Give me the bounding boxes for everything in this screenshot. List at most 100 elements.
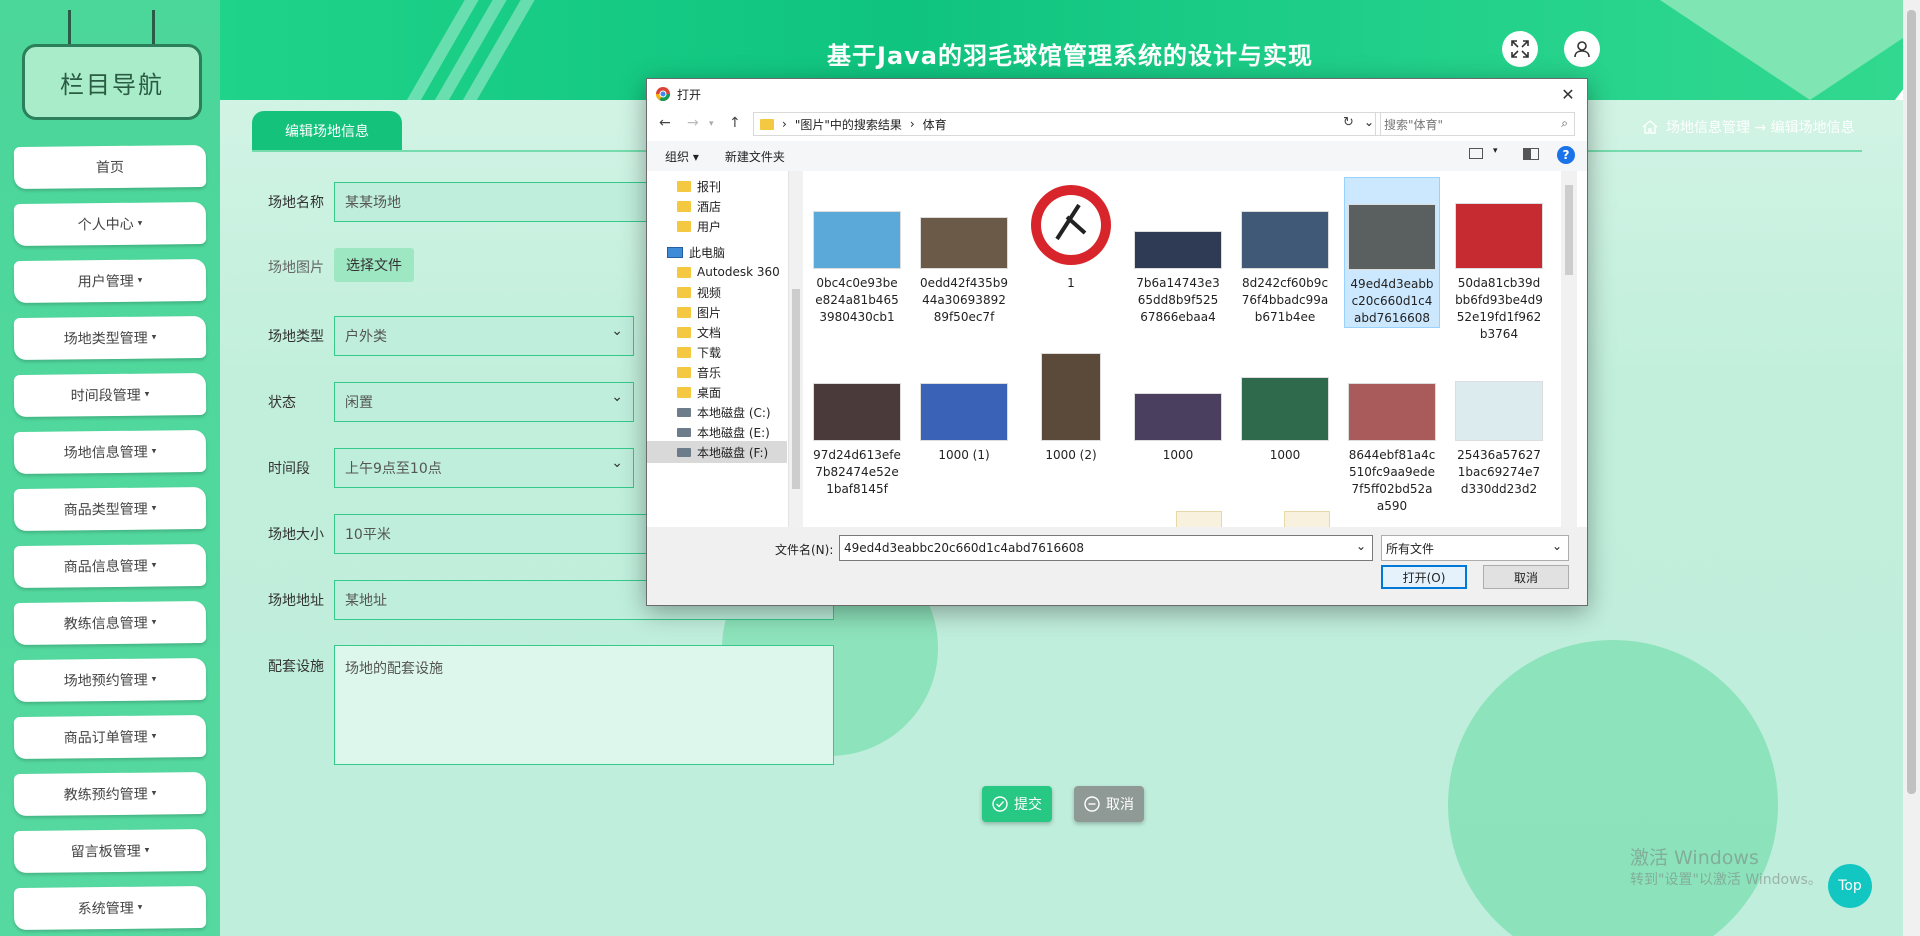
refresh-icon[interactable]: ↻ [1343, 115, 1354, 130]
dialog-footer: 文件名(N): 49ed4d3eabbc20c660d1c4abd7616608… [647, 527, 1587, 605]
tree-item[interactable]: 本地磁盘 (E:) [677, 421, 770, 443]
sidebar-item-5[interactable]: 场地信息管理 ▾ [13, 429, 207, 475]
tree-item[interactable]: 用户 [677, 215, 721, 237]
view-options-icon[interactable] [1469, 148, 1483, 159]
view-dropdown-icon[interactable]: ▾ [1493, 146, 1498, 156]
caret-down-icon: ▾ [151, 731, 157, 742]
tree-item[interactable]: 文档 [677, 321, 721, 343]
back-to-top-button[interactable]: Top [1828, 864, 1872, 908]
help-icon[interactable]: ? [1557, 146, 1575, 164]
file-item[interactable]: 1000 [1237, 349, 1333, 464]
sidebar-item-label: 商品类型管理 [63, 501, 148, 519]
tree-item[interactable]: 桌面 [677, 381, 721, 403]
cancel-button[interactable]: 取消 [1074, 786, 1144, 822]
file-item[interactable]: 97d24d613efe7b82474e52e1baf8145f [809, 349, 905, 498]
submit-button[interactable]: 提交 [982, 786, 1052, 822]
sidebar-item-6[interactable]: 商品类型管理 ▾ [13, 486, 207, 532]
tree-item[interactable]: 视频 [677, 281, 721, 303]
preview-pane-icon[interactable] [1523, 148, 1539, 160]
tree-item[interactable]: 图片 [677, 301, 721, 323]
facilities-textarea[interactable]: 场地的配套设施 [334, 645, 834, 765]
file-thumbnail [1284, 511, 1330, 527]
sidebar-item-12[interactable]: 留言板管理 ▾ [13, 828, 207, 874]
tab-edit-venue[interactable]: 编辑场地信息 [252, 111, 402, 151]
dialog-cancel-button[interactable]: 取消 [1483, 565, 1569, 589]
tree-scrollbar-thumb[interactable] [792, 289, 800, 489]
sidebar-item-10[interactable]: 商品订单管理 ▾ [13, 714, 207, 760]
tree-item-label: Autodesk 360 [697, 265, 780, 279]
tree-item[interactable]: 音乐 [677, 361, 721, 383]
status-select[interactable]: 闲置 [334, 382, 634, 422]
up-arrow-icon[interactable]: ↑ [729, 115, 741, 131]
sidebar-item-3[interactable]: 场地类型管理 ▾ [13, 315, 207, 361]
organize-button[interactable]: 组织 ▾ [665, 148, 699, 165]
filetype-select[interactable]: 所有文件 ⌄ [1381, 535, 1569, 561]
tree-scrollbar[interactable] [789, 171, 803, 527]
caret-down-icon: ▾ [151, 617, 157, 628]
sidebar-item-label: 教练预约管理 [63, 786, 148, 804]
page-scrollbar[interactable] [1903, 0, 1920, 936]
sidebar-item-1[interactable]: 个人中心 ▾ [13, 201, 207, 247]
search-input[interactable]: 搜索"体育" ⌕ [1375, 112, 1575, 136]
caret-down-icon: ▾ [144, 845, 150, 856]
file-name: 0edd42f435b944a3069389289f50ec7f [920, 276, 1008, 324]
filename-dropdown-icon[interactable]: ⌄ [1356, 539, 1366, 553]
tree-item[interactable]: 本地磁盘 (F:) [647, 441, 787, 463]
file-item[interactable]: 1000 [1130, 349, 1226, 464]
tree-item[interactable]: 本地磁盘 (C:) [677, 401, 771, 423]
filename-input[interactable]: 49ed4d3eabbc20c660d1c4abd7616608 ⌄ [839, 535, 1373, 561]
venue-type-select[interactable]: 户外类 [334, 316, 634, 356]
filename-label: 文件名(N): [775, 543, 834, 557]
folder-icon [677, 180, 691, 192]
time-slot-select[interactable]: 上午9点至10点 [334, 448, 634, 488]
caret-down-icon: ▾ [151, 560, 157, 571]
sidebar-item-label: 留言板管理 [70, 843, 141, 861]
back-arrow-icon[interactable]: ← [659, 115, 671, 131]
tree-item[interactable]: 酒店 [677, 195, 721, 217]
page-scrollbar-thumb[interactable] [1907, 10, 1916, 794]
new-folder-button[interactable]: 新建文件夹 [725, 148, 785, 165]
files-scrollbar[interactable] [1561, 171, 1577, 527]
sidebar-heading: 栏目导航 [22, 44, 202, 120]
file-thumbnail [1027, 181, 1115, 269]
file-item[interactable]: 0edd42f435b944a3069389289f50ec7f [916, 177, 1012, 326]
sidebar-item-8[interactable]: 教练信息管理 ▾ [13, 600, 207, 646]
address-dropdown-icon[interactable]: ⌄ [1364, 115, 1374, 129]
tree-item[interactable]: 报刊 [677, 175, 721, 197]
close-icon[interactable]: ✕ [1557, 83, 1579, 105]
file-item[interactable]: 1 [1023, 177, 1119, 292]
fullscreen-button[interactable] [1502, 31, 1538, 67]
file-item[interactable]: 8d242cf60b9c76f4bbadc99ab671b4ee [1237, 177, 1333, 326]
sidebar-item-4[interactable]: 时间段管理 ▾ [13, 372, 207, 418]
tree-item[interactable]: 此电脑 [667, 241, 725, 263]
path-segment[interactable]: 体育 [923, 116, 947, 133]
file-item[interactable]: 0bc4c0e93bee824a81b4653980430cb1 [809, 177, 905, 326]
tree-item[interactable]: Autodesk 360 [677, 261, 780, 283]
sidebar-item-7[interactable]: 商品信息管理 ▾ [13, 543, 207, 589]
choose-file-button[interactable]: 选择文件 [334, 248, 414, 282]
file-item[interactable]: 1000 (2) [1023, 349, 1119, 464]
sidebar-item-2[interactable]: 用户管理 ▾ [13, 258, 207, 304]
venue-size-label: 场地大小 [268, 527, 324, 543]
file-item[interactable]: 25436a576271bac69274e7d330dd23d2 [1451, 349, 1547, 498]
recent-dropdown-icon[interactable]: ▾ [709, 119, 714, 129]
file-thumbnail [920, 383, 1008, 441]
user-button[interactable] [1564, 31, 1600, 67]
sidebar-item-9[interactable]: 场地预约管理 ▾ [13, 657, 207, 703]
search-placeholder: 搜索"体育" [1384, 117, 1444, 132]
files-scrollbar-thumb[interactable] [1565, 185, 1573, 275]
address-bar[interactable]: › "图片"中的搜索结果 › 体育 ⌄ [753, 112, 1381, 136]
forward-arrow-icon[interactable]: → [687, 115, 699, 131]
open-button[interactable]: 打开(O) [1381, 565, 1467, 589]
sidebar-item-13[interactable]: 系统管理 ▾ [13, 885, 207, 931]
file-item[interactable]: 49ed4d3eabbc20c660d1c4abd7616608 [1344, 177, 1440, 328]
sidebar-item-11[interactable]: 教练预约管理 ▾ [13, 771, 207, 817]
breadcrumb: 场地信息管理 → 编辑场地信息 [1642, 117, 1855, 137]
path-segment[interactable]: "图片"中的搜索结果 [795, 116, 902, 133]
tree-item[interactable]: 下载 [677, 341, 721, 363]
file-item[interactable]: 7b6a14743e365dd8b9f52567866ebaa4 [1130, 177, 1226, 326]
file-item[interactable]: 8644ebf81a4c510fc9aa9ede7f5ff02bd52aa590 [1344, 349, 1440, 515]
file-item[interactable]: 1000 (1) [916, 349, 1012, 464]
file-item[interactable]: 50da81cb39dbb6fd93be4d952e19fd1f962b3764 [1451, 177, 1547, 343]
sidebar-item-0[interactable]: 首页 [13, 144, 207, 190]
